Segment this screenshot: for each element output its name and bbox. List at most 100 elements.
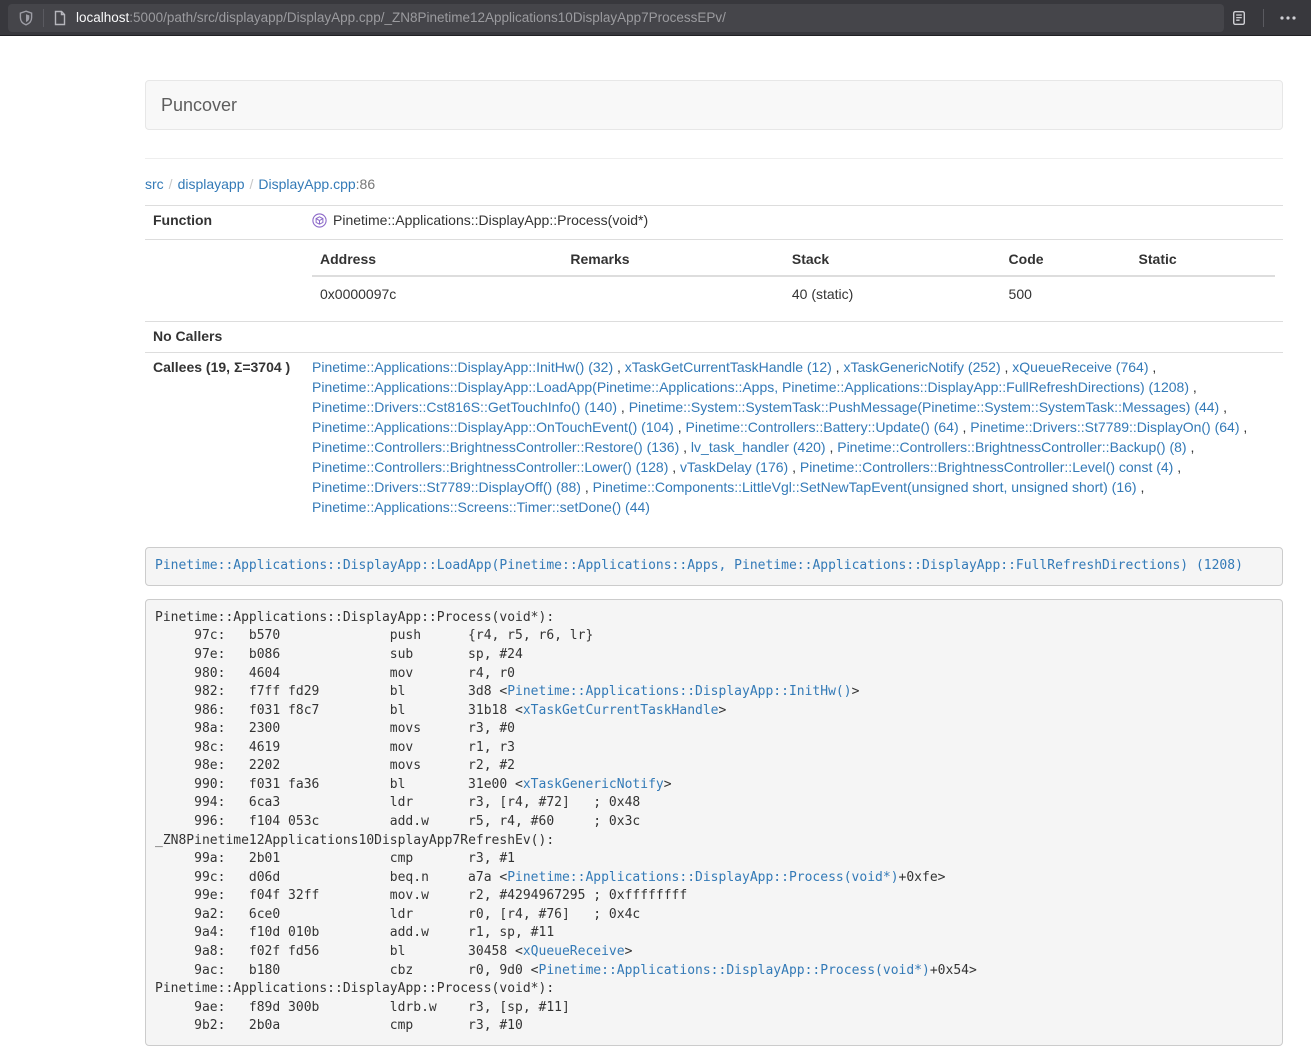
page-icon[interactable] xyxy=(53,10,67,26)
asm-address: 9b2: xyxy=(155,1017,225,1036)
breadcrumb-link-src[interactable]: src xyxy=(145,176,164,192)
url-host: localhost xyxy=(76,10,129,25)
asm-instruction-line: 97c:b570push{r4, r5, r6, lr} xyxy=(155,627,1273,646)
callee-link[interactable]: xTaskGetCurrentTaskHandle (12) xyxy=(625,359,832,375)
asm-mnemonic: ldr xyxy=(390,794,468,813)
asm-opcode-bytes: f04f 32ff xyxy=(249,887,390,906)
asm-opcode-bytes: f10d 010b xyxy=(249,924,390,943)
asm-instruction-line: 9a4:f10d 010badd.wr1, sp, #11 xyxy=(155,924,1273,943)
asm-instruction-line: 980:4604movr4, r0 xyxy=(155,665,1273,684)
asm-symbol-link[interactable]: Pinetime::Applications::DisplayApp::Proc… xyxy=(507,870,898,885)
url-bar[interactable]: localhost:5000/path/src/displayapp/Displ… xyxy=(8,4,1224,32)
callee-link[interactable]: Pinetime::Applications::DisplayApp::OnTo… xyxy=(312,419,674,435)
asm-mnemonic: beq.n xyxy=(390,869,468,888)
asm-opcode-bytes: 4619 xyxy=(249,739,390,758)
breadcrumb-line-number: :86 xyxy=(356,176,375,192)
stats-table: Address Remarks Stack Code Static 0x0000… xyxy=(312,245,1275,313)
callee-link[interactable]: lv_task_handler (420) xyxy=(691,439,826,455)
asm-address: 99c: xyxy=(155,869,225,888)
asm-address: 9ae: xyxy=(155,999,225,1018)
callee-link[interactable]: Pinetime::Components::LittleVgl::SetNewT… xyxy=(593,479,1137,495)
url-path: :5000/path/src/displayapp/DisplayApp.cpp… xyxy=(129,10,726,25)
asm-opcode-bytes: b570 xyxy=(249,627,390,646)
callee-link[interactable]: Pinetime::Drivers::St7789::DisplayOn() (… xyxy=(970,419,1239,435)
asm-instruction-line: 996:f104 053cadd.wr5, r4, #60 ; 0x3c xyxy=(155,813,1273,832)
callee-link[interactable]: vTaskDelay (176) xyxy=(680,459,788,475)
breadcrumb-link-displayapp[interactable]: displayapp xyxy=(178,176,245,192)
table-row: 0x0000097c 40 (static) 500 xyxy=(312,276,1275,313)
asm-symbol-link[interactable]: Pinetime::Applications::DisplayApp::Init… xyxy=(507,684,851,699)
asm-mnemonic: ldr xyxy=(390,906,468,925)
asm-opcode-bytes: f89d 300b xyxy=(249,999,390,1018)
callee-link[interactable]: Pinetime::Controllers::Battery::Update()… xyxy=(686,419,959,435)
asm-mnemonic: push xyxy=(390,627,468,646)
code-size-value: 500 xyxy=(1001,276,1131,313)
asm-opcode-bytes: 2b0a xyxy=(249,1017,390,1036)
callee-link[interactable]: Pinetime::Drivers::Cst816S::GetTouchInfo… xyxy=(312,399,617,415)
callee-link[interactable]: xTaskGenericNotify (252) xyxy=(843,359,1000,375)
page-content: Puncover src/displayapp/DisplayApp.cpp:8… xyxy=(145,80,1283,1046)
asm-address: 9a2: xyxy=(155,906,225,925)
callee-link[interactable]: Pinetime::System::SystemTask::PushMessag… xyxy=(629,399,1220,415)
asm-opcode-bytes: f031 f8c7 xyxy=(249,702,390,721)
callees-list: Pinetime::Applications::DisplayApp::Init… xyxy=(304,353,1283,523)
table-row-function: Function Pinetime::Applications::Display… xyxy=(145,206,1283,240)
asm-opcode-bytes: b180 xyxy=(249,962,390,981)
asm-mnemonic: ldrb.w xyxy=(390,999,468,1018)
asm-symbol-link[interactable]: xTaskGetCurrentTaskHandle xyxy=(523,703,719,718)
breadcrumb-link-file[interactable]: DisplayApp.cpp xyxy=(258,176,355,192)
callee-link[interactable]: Pinetime::Controllers::BrightnessControl… xyxy=(312,439,679,455)
asm-symbol-link[interactable]: Pinetime::Applications::DisplayApp::Proc… xyxy=(539,963,930,978)
asm-address: 97e: xyxy=(155,646,225,665)
highlighted-symbol-block: Pinetime::Applications::DisplayApp::Load… xyxy=(145,547,1283,586)
toolbar-divider-2 xyxy=(1263,9,1264,27)
callee-link[interactable]: Pinetime::Controllers::BrightnessControl… xyxy=(312,459,668,475)
asm-instruction-line: 982:f7ff fd29bl3d8 <Pinetime::Applicatio… xyxy=(155,683,1273,702)
asm-mnemonic: movs xyxy=(390,720,468,739)
asm-label-line: Pinetime::Applications::DisplayApp::Proc… xyxy=(155,980,1273,999)
reader-mode-icon[interactable] xyxy=(1224,4,1254,32)
column-header-address: Address xyxy=(312,245,562,276)
divider xyxy=(145,158,1283,159)
menu-kebab-icon[interactable] xyxy=(1273,4,1303,32)
asm-opcode-bytes: d06d xyxy=(249,869,390,888)
column-header-code: Code xyxy=(1001,245,1131,276)
toolbar-divider xyxy=(43,9,44,27)
callee-link[interactable]: Pinetime::Drivers::St7789::DisplayOff() … xyxy=(312,479,581,495)
asm-mnemonic: cbz xyxy=(390,962,468,981)
callee-link[interactable]: Pinetime::Controllers::BrightnessControl… xyxy=(800,459,1173,475)
asm-mnemonic: add.w xyxy=(390,813,468,832)
browser-toolbar: localhost:5000/path/src/displayapp/Displ… xyxy=(0,0,1311,36)
asm-address: 986: xyxy=(155,702,225,721)
url-text[interactable]: localhost:5000/path/src/displayapp/Displ… xyxy=(76,10,1214,25)
no-callers-label: No Callers xyxy=(145,322,304,353)
callee-link[interactable]: Pinetime::Applications::Screens::Timer::… xyxy=(312,499,650,515)
callee-link[interactable]: xQueueReceive (764) xyxy=(1012,359,1148,375)
asm-mnemonic: mov.w xyxy=(390,887,468,906)
asm-mnemonic: mov xyxy=(390,665,468,684)
symbol-icon xyxy=(312,213,327,228)
shield-icon[interactable] xyxy=(18,10,34,26)
asm-address: 98a: xyxy=(155,720,225,739)
breadcrumb-separator: / xyxy=(164,176,178,192)
asm-opcode-bytes: f7ff fd29 xyxy=(249,683,390,702)
asm-mnemonic: cmp xyxy=(390,850,468,869)
asm-instruction-line: 9ac:b180cbzr0, 9d0 <Pinetime::Applicatio… xyxy=(155,962,1273,981)
disassembly-block: Pinetime::Applications::DisplayApp::Proc… xyxy=(145,599,1283,1046)
table-row-callees: Callees (19, Σ=3704 ) Pinetime::Applicat… xyxy=(145,353,1283,523)
column-header-stack: Stack xyxy=(784,245,1001,276)
column-header-remarks: Remarks xyxy=(562,245,783,276)
callee-link[interactable]: Pinetime::Applications::DisplayApp::Load… xyxy=(312,379,1189,395)
asm-address: 982: xyxy=(155,683,225,702)
brand-link[interactable]: Puncover xyxy=(146,95,252,116)
asm-address: 996: xyxy=(155,813,225,832)
callee-link[interactable]: Pinetime::Applications::DisplayApp::Init… xyxy=(312,359,613,375)
asm-instruction-line: 9a8:f02f fd56bl30458 <xQueueReceive> xyxy=(155,943,1273,962)
asm-symbol-link[interactable]: xTaskGenericNotify xyxy=(523,777,664,792)
callee-link[interactable]: Pinetime::Controllers::BrightnessControl… xyxy=(837,439,1186,455)
asm-symbol-link[interactable]: xQueueReceive xyxy=(523,944,625,959)
asm-mnemonic: mov xyxy=(390,739,468,758)
asm-instruction-line: 99a:2b01cmpr3, #1 xyxy=(155,850,1273,869)
highlighted-symbol-link[interactable]: Pinetime::Applications::DisplayApp::Load… xyxy=(155,558,1243,573)
asm-mnemonic: bl xyxy=(390,943,468,962)
